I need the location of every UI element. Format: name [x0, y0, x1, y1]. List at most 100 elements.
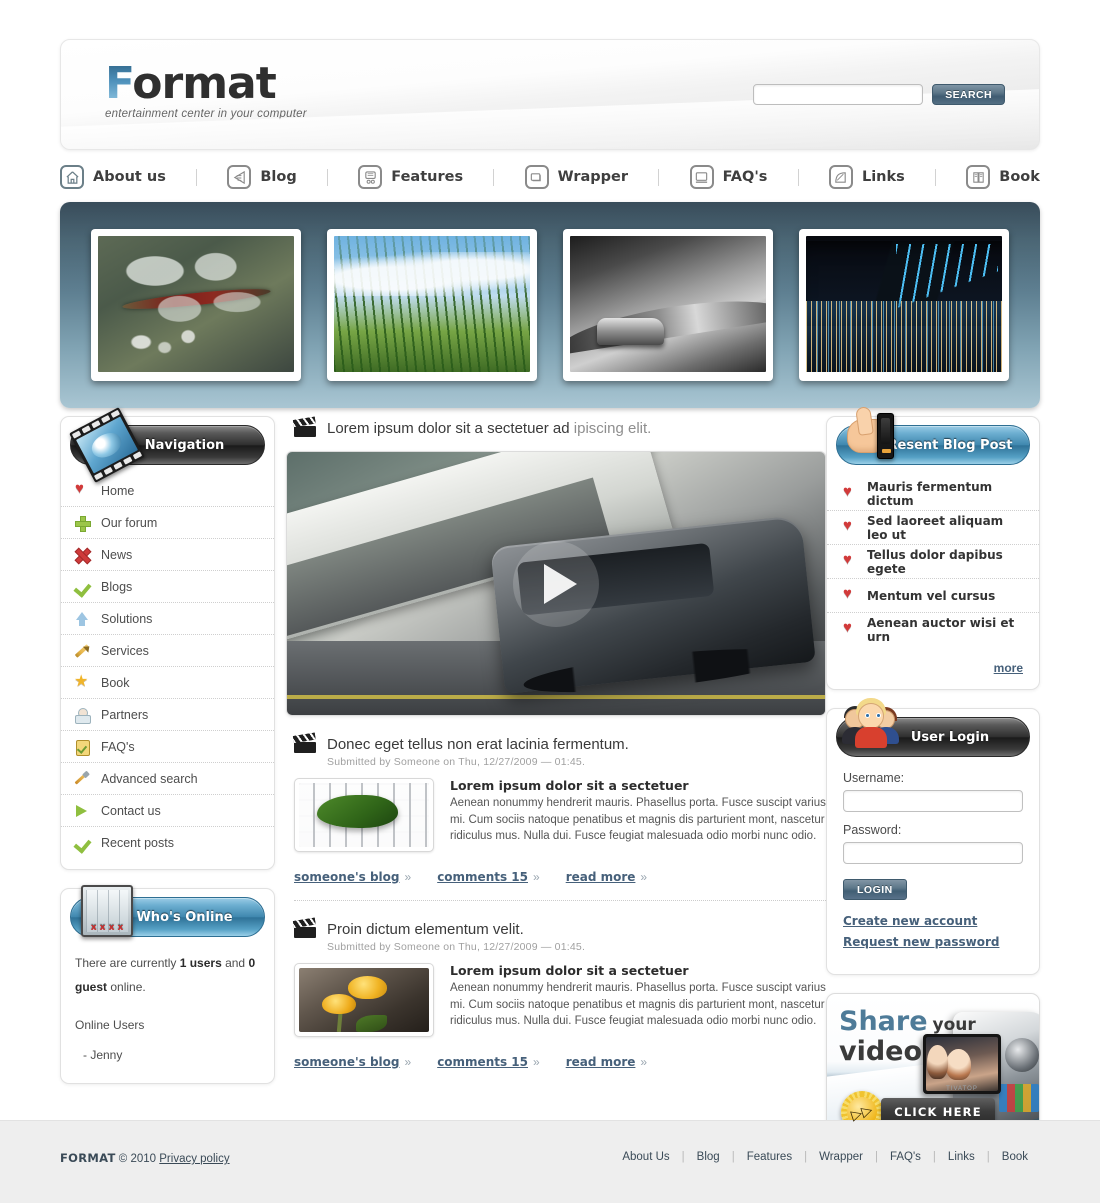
- article-link-comments[interactable]: comments 15: [437, 1055, 528, 1069]
- banner-slide[interactable]: [91, 229, 301, 381]
- article-link-read-more[interactable]: read more: [566, 1055, 636, 1069]
- sidebar-item-label: Advanced search: [101, 771, 198, 786]
- sidebar-item-recent-posts[interactable]: Recent posts: [61, 827, 274, 859]
- article-title[interactable]: Proin dictum elementum velit.: [327, 921, 524, 938]
- nav-separator: [493, 168, 495, 186]
- article-paragraph: Aenean nonummy hendrerit mauris. Phasell…: [450, 982, 826, 1027]
- more-link[interactable]: more: [994, 661, 1023, 675]
- sidebar-item-solutions[interactable]: Solutions: [61, 603, 274, 635]
- nav-label: Features: [391, 169, 464, 185]
- article-link-blog[interactable]: someone's blog: [294, 870, 400, 884]
- list-item[interactable]: Aenean auctor wisi et urn: [827, 613, 1039, 647]
- list-item-label: Aenean auctor wisi et urn: [867, 616, 1015, 644]
- footer-link-book[interactable]: Book: [990, 1151, 1040, 1163]
- footer-link-wrapper[interactable]: Wrapper: [807, 1151, 875, 1163]
- whos-online-panel: x x x x Who's Online There are currently…: [60, 885, 275, 1084]
- heart-icon: [843, 483, 857, 501]
- logo-wordmark: Format: [105, 62, 307, 106]
- sidebar-item-contact-us[interactable]: Contact us: [61, 795, 274, 827]
- user-card-icon: [75, 707, 91, 724]
- play-button-icon[interactable]: [513, 540, 599, 627]
- heart-icon: [75, 480, 89, 498]
- nav-item-links[interactable]: Links: [828, 165, 905, 189]
- password-field[interactable]: [843, 842, 1023, 864]
- nav-item-features[interactable]: Features: [358, 165, 463, 189]
- list-item-label: Sed laoreet aliquam leo ut: [867, 513, 1004, 542]
- navigation-list: Home Our forum News Blogs Solutions Serv…: [61, 465, 274, 869]
- nav-item-book[interactable]: Book: [966, 165, 1040, 189]
- article-thumbnail[interactable]: [294, 963, 434, 1037]
- nav-item-blog[interactable]: Blog: [227, 165, 297, 189]
- article-link-read-more[interactable]: read more: [566, 870, 636, 884]
- sidebar-item-partners[interactable]: Partners: [61, 699, 274, 731]
- login-button[interactable]: LOGIN: [843, 879, 907, 900]
- star-icon: [74, 671, 89, 691]
- footer-link-blog[interactable]: Blog: [685, 1151, 732, 1163]
- footer-link-links[interactable]: Links: [936, 1151, 987, 1163]
- left-sidebar: Navigation Home Our forum News Blogs Sol…: [60, 407, 275, 1084]
- sidebar-item-label: News: [101, 547, 133, 562]
- banner-slide[interactable]: [799, 229, 1009, 381]
- sidebar-item-advanced-search[interactable]: Advanced search: [61, 763, 274, 795]
- nav-label: Wrapper: [557, 169, 629, 185]
- list-item[interactable]: Mentum vel cursus: [827, 579, 1039, 613]
- nav-item-about-us[interactable]: About us: [60, 165, 166, 189]
- sidebar-item-services[interactable]: Services: [61, 635, 274, 667]
- whos-online-body: There are currently 1 users and 0 guest …: [61, 937, 274, 1083]
- article-lead: Lorem ipsum dolor sit a sectetuer: [450, 778, 689, 793]
- list-item[interactable]: Sed laoreet aliquam leo ut: [827, 511, 1039, 545]
- banner-slide[interactable]: [563, 229, 773, 381]
- main-navigation: About us Blog Features Wrapper FAQ's Lin…: [60, 158, 1040, 196]
- list-item-label: Mentum vel cursus: [867, 588, 996, 603]
- list-item[interactable]: Mauris fermentum dictum: [827, 477, 1039, 511]
- nav-separator: [327, 168, 328, 186]
- request-password-link[interactable]: Request new password: [843, 935, 1023, 949]
- footer-copyright: FORMAT © 2010 Privacy policy: [60, 1151, 230, 1165]
- article-link-comments[interactable]: comments 15: [437, 870, 528, 884]
- create-account-link[interactable]: Create new account: [843, 914, 1023, 928]
- footer-link-about-us[interactable]: About Us: [610, 1151, 681, 1163]
- logo-rest: ormat: [132, 58, 276, 109]
- sidebar-item-label: Contact us: [101, 803, 161, 818]
- article-title[interactable]: Donec eget tellus non erat lacinia ferme…: [327, 736, 629, 753]
- sidebar-item-our-forum[interactable]: Our forum: [61, 507, 274, 539]
- nav-label: About us: [93, 169, 166, 185]
- banner-slide[interactable]: [327, 229, 537, 381]
- sidebar-item-label: FAQ's: [101, 739, 135, 754]
- sidebar-item-book[interactable]: Book: [61, 667, 274, 699]
- footer-link-features[interactable]: Features: [735, 1151, 804, 1163]
- nav-separator: [196, 168, 198, 186]
- featured-video-player[interactable]: [286, 451, 826, 716]
- sidebar-item-blogs[interactable]: Blogs: [61, 571, 274, 603]
- pencil-icon: [75, 644, 89, 658]
- article-thumbnail[interactable]: [294, 778, 434, 852]
- sidebar-item-faqs[interactable]: FAQ's: [61, 731, 274, 763]
- site-logo[interactable]: Format entertainment center in your comp…: [105, 62, 307, 121]
- nav-item-faqs[interactable]: FAQ's: [689, 165, 767, 189]
- article-header: Donec eget tellus non erat lacinia ferme…: [286, 732, 826, 753]
- search-input[interactable]: [753, 84, 924, 105]
- page-root: Format entertainment center in your comp…: [0, 0, 1100, 1203]
- article-header: Proin dictum elementum velit.: [286, 917, 826, 938]
- nav-separator: [935, 168, 937, 186]
- chevron-icon: »: [533, 1055, 540, 1069]
- sidebar-item-news[interactable]: News: [61, 539, 274, 571]
- sports-car-photo: [570, 236, 766, 372]
- x-cross-icon: [75, 548, 89, 562]
- site-header: Format entertainment center in your comp…: [60, 39, 1040, 150]
- list-item[interactable]: Tellus dolor dapibus egete: [827, 545, 1039, 579]
- username-field[interactable]: [843, 790, 1023, 812]
- article-link-blog[interactable]: someone's blog: [294, 1055, 400, 1069]
- privacy-policy-link[interactable]: Privacy policy: [159, 1153, 229, 1165]
- sidebar-item-home[interactable]: Home: [61, 475, 274, 507]
- nav-item-wrapper[interactable]: Wrapper: [524, 165, 629, 189]
- footer-link-faqs[interactable]: FAQ's: [878, 1151, 933, 1163]
- online-line-mid: and: [221, 956, 249, 970]
- chevron-icon: »: [404, 1055, 412, 1069]
- panel-title: Resent Blog Post: [887, 437, 1013, 453]
- search-button[interactable]: SEARCH: [932, 84, 1005, 105]
- yellow-tulips-photo: [299, 968, 429, 1032]
- panel-title: Who's Online: [136, 909, 233, 925]
- sidebar-item-label: Our forum: [101, 515, 158, 530]
- promo-line-1: Share your: [839, 1008, 976, 1035]
